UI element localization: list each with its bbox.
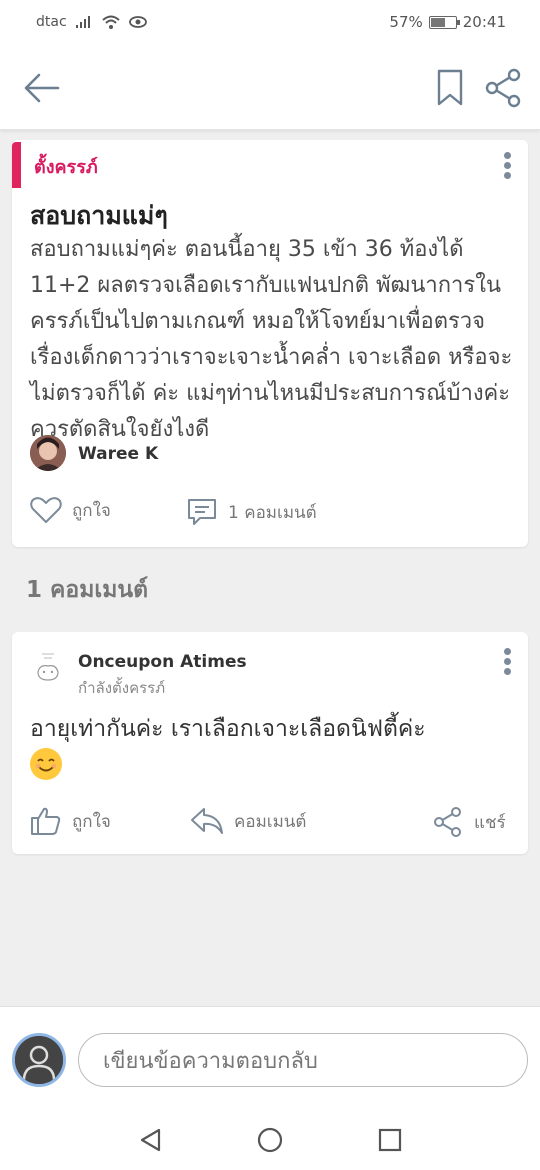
comment-like-button[interactable]: ถูกใจ [30,806,111,836]
circle-home-icon [257,1127,283,1153]
post-comment-button[interactable]: 1 คอมเมนต์ [186,496,317,528]
post-card: ตั้งครรภ์ สอบถามแม่ๆ สอบถามแม่ๆค่ะ ตอนนี… [12,140,528,547]
my-avatar[interactable] [12,1033,66,1087]
heart-icon [30,497,62,523]
author-avatar[interactable] [30,435,66,471]
nav-home-button[interactable] [256,1126,284,1154]
post-like-label: ถูกใจ [72,500,111,521]
status-bar: dtac 57% 20:41 [0,0,540,44]
comment-reply-label: คอมเมนต์ [234,811,307,832]
battery-percent: 57% [389,13,423,31]
comment-author-status: กำลังตั้งครรภ์ [78,679,166,697]
comment-card: Onceupon Atimes กำลังตั้งครรภ์ อายุเท่าก… [12,632,528,854]
comment-more-button[interactable] [499,648,515,682]
user-icon [15,1036,63,1084]
post-more-button[interactable] [499,152,515,186]
smile-emoji-icon [30,747,62,780]
back-button[interactable] [22,70,62,106]
reply-input[interactable]: เขียนข้อความตอบกลับ [78,1033,528,1087]
reply-bar: เขียนข้อความตอบกลับ [0,1006,540,1110]
nav-recents-button[interactable] [376,1126,404,1154]
share-icon [485,68,521,108]
bookmark-button[interactable] [434,68,466,108]
battery-icon [428,15,460,29]
comment-share-button[interactable]: แชร์ [432,806,506,838]
thumbs-up-icon [31,807,61,835]
bookmark-icon [437,69,463,106]
app-header [0,44,540,130]
share-button[interactable] [484,68,524,108]
comment-share-label: แชร์ [474,812,506,833]
post-like-button[interactable]: ถูกใจ [30,496,111,524]
commenter-avatar[interactable] [30,648,66,688]
nav-back-button[interactable] [137,1126,165,1154]
comment-text: อายุเท่ากันค่ะ เราเลือกเจาะเลือดนิฟตี้ค่… [30,716,426,742]
square-recents-icon [378,1128,402,1152]
comment-text-block: อายุเท่ากันค่ะ เราเลือกเจาะเลือดนิฟตี้ค่… [30,712,510,780]
share-icon [434,807,461,837]
comments-section-title: 1 คอมเมนต์ [26,577,149,603]
arrow-left-icon [24,73,60,103]
triangle-back-icon [140,1128,161,1152]
post-comment-count: 1 คอมเมนต์ [228,502,317,523]
clock: 20:41 [462,13,506,31]
reply-arrow-icon [191,808,223,834]
comment-author-name[interactable]: Onceupon Atimes [78,652,247,672]
comment-bubble-icon [188,499,216,525]
post-author-name[interactable]: Waree K [78,444,158,464]
signal-icon [75,16,90,28]
eye-icon [128,16,147,28]
post-title: สอบถามแม่ๆ [30,201,168,230]
comment-reply-button[interactable]: คอมเมนต์ [190,806,306,836]
wifi-icon [101,15,120,29]
tag-accent-bar [12,142,21,188]
system-nav-bar [0,1110,540,1170]
carrier-label: dtac [36,14,67,30]
post-tag[interactable]: ตั้งครรภ์ [34,152,98,181]
comment-like-label: ถูกใจ [72,811,111,832]
post-body: สอบถามแม่ๆค่ะ ตอนนี้อายุ 35 เข้า 36 ท้อง… [30,237,513,442]
